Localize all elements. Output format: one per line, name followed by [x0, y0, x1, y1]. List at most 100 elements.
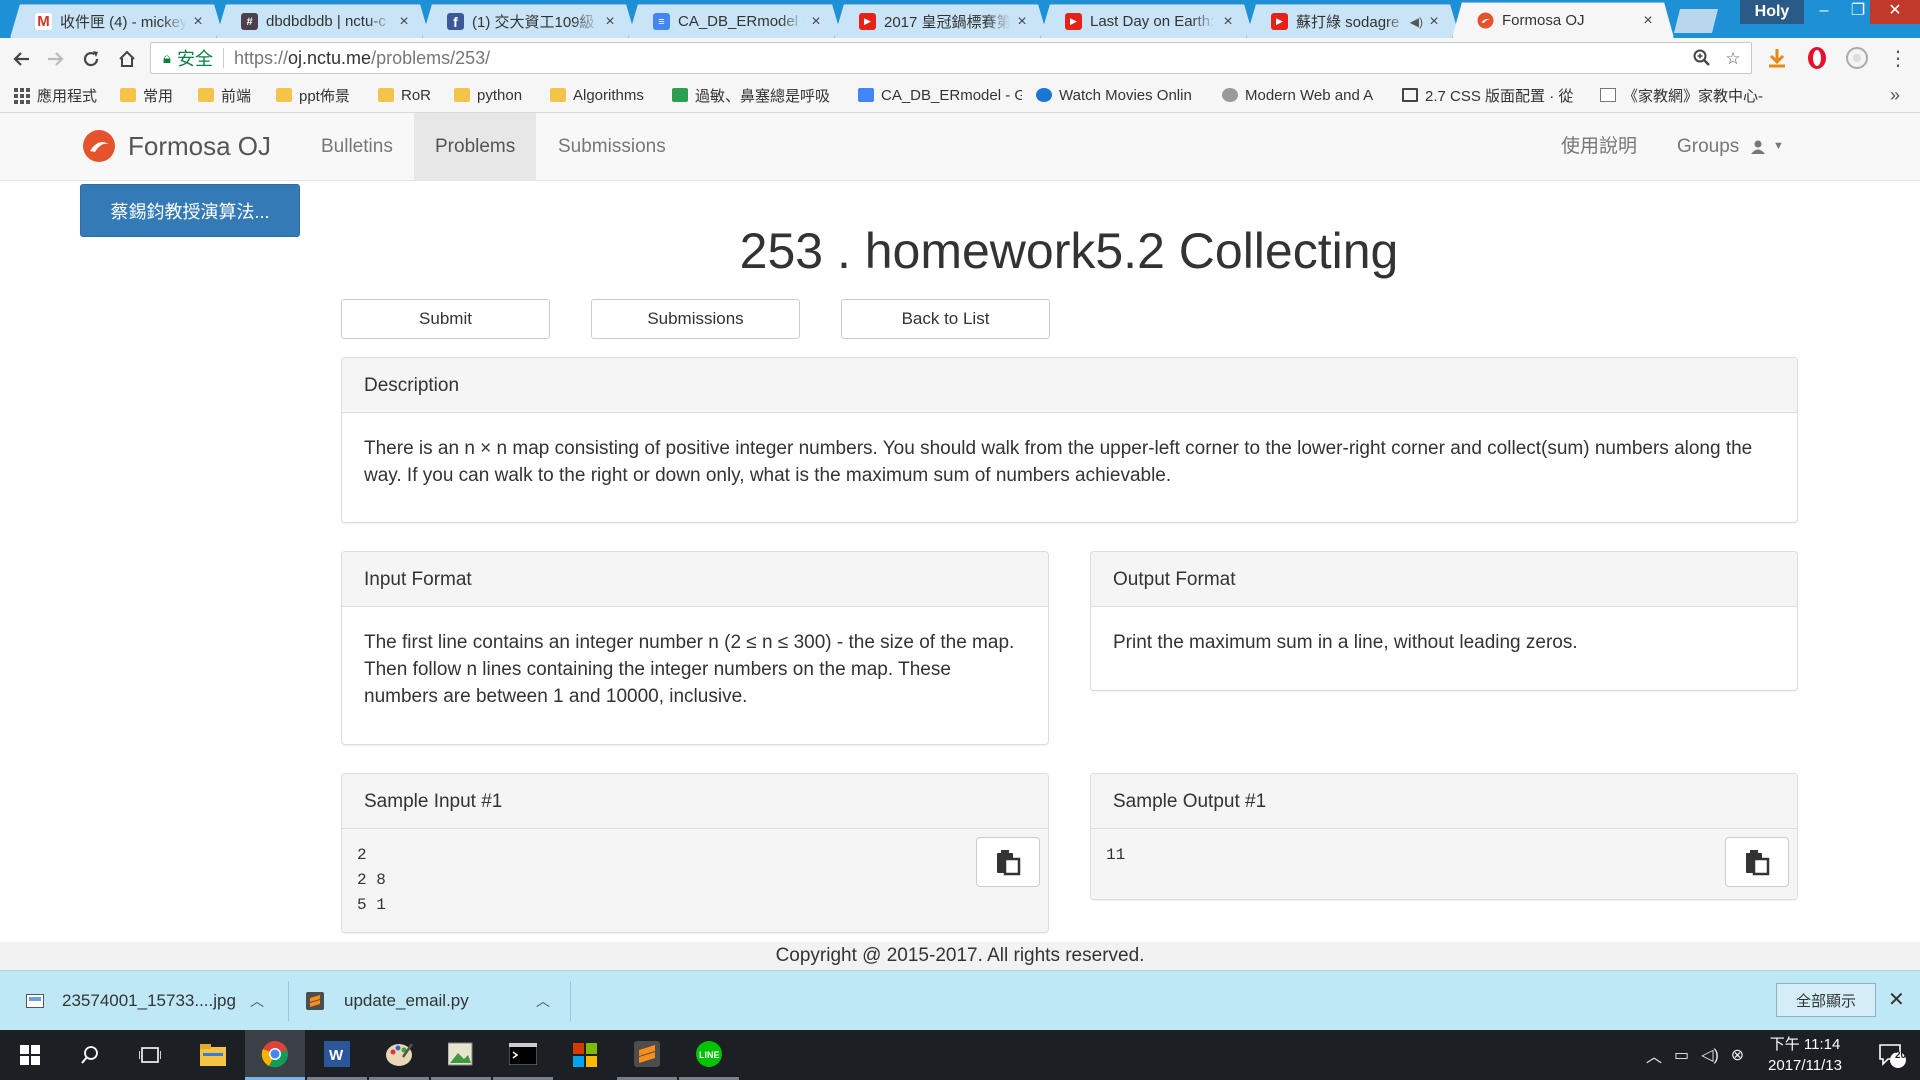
browser-tab-facebook[interactable]: f (1) 交大資工109級 × [422, 4, 636, 38]
copy-sample-output-button[interactable] [1725, 837, 1789, 887]
copy-sample-input-button[interactable] [976, 837, 1040, 887]
bookmark-folder-frontend[interactable]: 前端 [198, 82, 262, 108]
problem-title: 253 . homework5.2 Collecting [739, 223, 1399, 279]
browser-tab-gmail[interactable]: M 收件匣 (4) - mickey × [10, 4, 224, 38]
minimize-button[interactable]: – [1806, 0, 1842, 24]
image-viewer-icon [448, 1042, 473, 1065]
new-tab-button[interactable] [1674, 9, 1718, 33]
bookmark-folder-python[interactable]: python [454, 82, 536, 108]
chevron-up-icon[interactable]: ︿ [1646, 1043, 1662, 1067]
taskbar-sublime[interactable] [617, 1030, 677, 1080]
zoom-icon[interactable] [1693, 49, 1713, 69]
sample-output-panel: Sample Output #1 11 [1090, 773, 1798, 900]
apps-grid-icon [14, 88, 30, 104]
reload-button[interactable] [79, 47, 103, 71]
browser-tabstrip: M 收件匣 (4) - mickey × # dbdbdbdb | nctu-c… [0, 0, 1920, 38]
bookmarks-overflow-icon[interactable]: » [1890, 82, 1900, 108]
folder-icon [120, 88, 136, 102]
taskbar-word[interactable]: W [307, 1030, 367, 1080]
browser-tab-youtube-3[interactable]: ▶ 蘇打綠 sodagre ◀) × [1246, 4, 1460, 38]
taskbar-line[interactable]: LINE [679, 1030, 739, 1080]
status-x-icon[interactable]: ⊗ [1731, 1045, 1744, 1065]
bookmark-tutor[interactable]: 《家教網》家教中心- [1600, 82, 1772, 108]
home-button[interactable] [115, 47, 139, 71]
speaker-icon[interactable]: ◀) [1410, 15, 1423, 29]
bookmark-folder-common[interactable]: 常用 [120, 82, 184, 108]
back-to-list-button[interactable]: Back to List [841, 299, 1050, 339]
sheet-icon [672, 88, 688, 102]
close-icon[interactable]: × [191, 13, 205, 31]
download-item-jpg[interactable]: 23574001_15733....jpg ︿ [26, 971, 276, 1031]
bookmark-apps[interactable]: 應用程式 [14, 82, 106, 108]
chevron-up-icon[interactable]: ︿ [536, 991, 550, 1011]
star-icon[interactable]: ☆ [1723, 49, 1743, 69]
sample-output-code[interactable]: 11 [1106, 843, 1782, 868]
close-icon[interactable]: × [397, 13, 411, 31]
task-view-button[interactable] [120, 1030, 180, 1080]
network-icon[interactable]: ▭ [1674, 1045, 1689, 1065]
close-window-button[interactable]: ✕ [1870, 0, 1920, 24]
taskbar-image-viewer[interactable] [431, 1030, 491, 1080]
folder-icon [550, 88, 566, 102]
close-icon[interactable]: × [1427, 13, 1441, 31]
paint-palette-icon [386, 1042, 413, 1066]
bookmark-folder-ppt[interactable]: ppt佈景 [276, 82, 364, 108]
nav-problems[interactable]: Problems [414, 113, 537, 180]
opera-extension-icon[interactable] [1805, 46, 1829, 70]
bookmark-folder-algorithms[interactable]: Algorithms [550, 82, 658, 108]
brand-link[interactable]: Formosa OJ [82, 129, 271, 163]
taskbar-file-explorer[interactable] [183, 1030, 243, 1080]
nav-bulletins[interactable]: Bulletins [300, 113, 414, 180]
bookmark-folder-ror[interactable]: RoR [378, 82, 440, 108]
bookmark-allergy[interactable]: 過敏、鼻塞總是呼吸 [672, 82, 844, 108]
browser-tab-formosa-oj[interactable]: Formosa OJ × [1452, 2, 1674, 38]
taskbar-office-hub[interactable] [555, 1030, 615, 1080]
forward-button[interactable] [43, 47, 67, 71]
bookmark-modern-web[interactable]: Modern Web and A [1222, 82, 1388, 108]
show-all-downloads-button[interactable]: 全部顯示 [1776, 983, 1876, 1017]
taskbar-clock[interactable]: 下午 11:14 2017/11/13 [1760, 1034, 1850, 1076]
url-text[interactable]: https://oj.nctu.me/problems/253/ [234, 48, 490, 69]
close-icon[interactable]: × [1221, 13, 1235, 31]
browser-tab-slack[interactable]: # dbdbdbdb | nctu-c × [216, 4, 430, 38]
close-icon[interactable]: × [1015, 13, 1029, 31]
extension-circle-icon[interactable] [1845, 46, 1869, 70]
download-item-py[interactable]: update_email.py ︿ [306, 971, 556, 1031]
user-menu[interactable]: ▼ [1730, 113, 1805, 180]
course-button[interactable]: 蔡錫鈞教授演算法... [80, 184, 300, 237]
taskbar-paint[interactable] [369, 1030, 429, 1080]
address-bar[interactable]: 🔒︎ 安全 https://oj.nctu.me/problems/253/ ☆ [150, 42, 1752, 74]
system-tray[interactable]: ︿ ▭ ◁) ⊗ [1646, 1030, 1744, 1080]
close-icon[interactable]: × [1641, 12, 1655, 30]
nav-submissions[interactable]: Submissions [537, 113, 687, 180]
sample-input-body-container: 2 2 8 5 1 [342, 829, 1048, 932]
bookmark-ca-db[interactable]: CA_DB_ERmodel - G [858, 82, 1022, 108]
nav-help[interactable]: 使用說明 [1540, 113, 1658, 180]
sample-input-code[interactable]: 2 2 8 5 1 [357, 843, 1033, 918]
profile-name-chip[interactable]: Holy [1740, 0, 1804, 24]
volume-icon[interactable]: ◁) [1701, 1045, 1719, 1065]
taskbar-chrome[interactable] [245, 1030, 305, 1080]
browser-tab-youtube-1[interactable]: ▶ 2017 皇冠鍋標賽第 × [834, 4, 1048, 38]
submissions-button[interactable]: Submissions [591, 299, 800, 339]
close-icon[interactable]: × [603, 13, 617, 31]
download-icon[interactable] [1765, 46, 1789, 70]
chevron-up-icon[interactable]: ︿ [250, 991, 264, 1011]
sublime-text-icon [634, 1040, 660, 1067]
action-center-button[interactable]: 20 [1862, 1030, 1920, 1080]
bookmark-css[interactable]: 2.7 CSS 版面配置 · 從 [1402, 82, 1586, 108]
reload-icon [83, 51, 99, 67]
chrome-menu-icon[interactable]: ⋮ [1886, 46, 1910, 70]
search-button[interactable] [60, 1030, 120, 1080]
close-icon[interactable]: ✕ [1888, 987, 1905, 1012]
shelf-divider [288, 981, 289, 1021]
close-icon[interactable]: × [809, 13, 823, 31]
page-icon [1600, 88, 1616, 102]
browser-tab-docs[interactable]: ≡ CA_DB_ERmodel - × [628, 4, 842, 38]
submit-button[interactable]: Submit [341, 299, 550, 339]
bookmark-movies[interactable]: Watch Movies Onlin [1036, 82, 1208, 108]
taskbar-terminal[interactable] [493, 1030, 553, 1080]
browser-tab-youtube-2[interactable]: ▶ Last Day on Earth: × [1040, 4, 1254, 38]
start-button[interactable] [0, 1030, 60, 1080]
back-button[interactable] [10, 47, 34, 71]
